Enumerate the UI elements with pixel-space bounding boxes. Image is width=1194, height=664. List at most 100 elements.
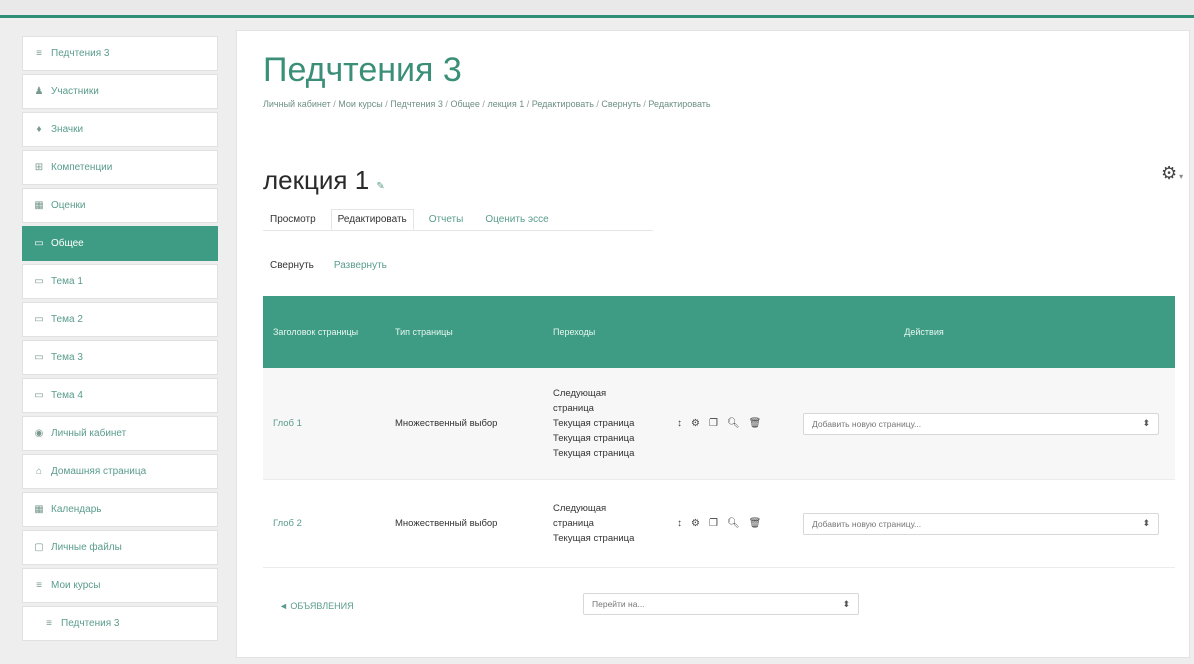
breadcrumb-link[interactable]: Редактировать (532, 99, 594, 109)
graduation-cap-icon: ≡ (36, 48, 42, 59)
preview-icon[interactable]: 🔍︎ (727, 518, 740, 529)
sidebar-item-11[interactable]: ⌂ Домашняя страница (22, 454, 218, 489)
tab-1[interactable]: Редактировать (330, 209, 414, 230)
edit-icon[interactable]: ✎ (376, 181, 384, 192)
sidebar-item-14[interactable]: ≡ Мои курсы (22, 568, 218, 603)
table-row: Глоб 2 Множественный выбор Следующая страни… (263, 480, 1175, 568)
sidebar-item-13[interactable]: ▢ Личные файлы (22, 530, 218, 565)
page-type: Множественный выбор (395, 518, 498, 529)
sidebar-item-4[interactable]: ▦ Оценки (22, 188, 218, 223)
breadcrumb-separator: / (524, 99, 532, 109)
subtab-0[interactable]: Свернуть (263, 255, 321, 276)
lesson-title: лекция 1 ✎ (263, 165, 385, 196)
sidebar-item-8[interactable]: ▭ Тема 3 (22, 340, 218, 375)
jump-to-select[interactable]: Перейти на... ⬍ (583, 593, 859, 615)
page-title-link[interactable]: Глоб 2 (263, 518, 387, 529)
graduation-cap-icon: ≡ (46, 618, 52, 629)
home-icon: ⌂ (35, 466, 43, 477)
sidebar-item-label: Компетенции (51, 162, 113, 173)
move-icon[interactable]: ↕ (677, 418, 682, 429)
sidebar-item-label: Общее (51, 238, 84, 249)
pages-table: Заголовок страницы Тип страницы Переходы… (263, 296, 1175, 568)
breadcrumb-link[interactable]: Редактировать (648, 99, 710, 109)
tab-0[interactable]: Просмотр (263, 209, 323, 230)
tab-3[interactable]: Оценить эссе (478, 209, 555, 230)
breadcrumb-link[interactable]: лекция 1 (487, 99, 524, 109)
move-icon[interactable]: ↕ (677, 518, 682, 529)
jump-entry: страница (553, 518, 594, 529)
sidebar-item-label: Значки (51, 124, 84, 135)
page-title-link[interactable]: Глоб 1 (263, 418, 387, 429)
folder-icon: ▭ (34, 314, 44, 325)
action-icons: ↕ ⚙ ❐ 🔍︎ 🗑︎ (663, 418, 803, 429)
file-icon: ▢ (34, 542, 44, 553)
breadcrumb: Личный кабинет / Мои курсы / Педчтения 3… (263, 99, 711, 109)
sidebar-item-12[interactable]: ▦ Календарь (22, 492, 218, 527)
sidebar-item-15[interactable]: ≡ Педчтения 3 (22, 606, 218, 641)
settings-icon[interactable]: ⚙ (691, 418, 700, 429)
jumps-cell: Следующая страница Текущая страница (545, 501, 663, 546)
sidebar-item-1[interactable]: ♟ Участники (22, 74, 218, 109)
breadcrumb-link[interactable]: Личный кабинет (263, 99, 331, 109)
tab-2[interactable]: Отчеты (422, 209, 471, 230)
sidebar-item-label: Педчтения 3 (61, 618, 120, 629)
sidebar-item-label: Тема 1 (51, 276, 83, 287)
view-subtabs: Свернуть Развернуть (263, 255, 394, 276)
sidebar-item-label: Оценки (51, 200, 86, 211)
breadcrumb-link[interactable]: Свернуть (601, 99, 640, 109)
jump-entry: Следующая (553, 388, 607, 399)
header-page-title[interactable]: Заголовок страницы (263, 326, 387, 338)
sidebar-item-label: Мои курсы (51, 580, 101, 591)
delete-icon[interactable]: 🗑︎ (749, 418, 762, 429)
copy-icon[interactable]: ❐ (709, 418, 718, 429)
table-row: Глоб 1 Множественный выбор Следующая страни… (263, 368, 1175, 480)
breadcrumb-link[interactable]: Педчтения 3 (390, 99, 443, 109)
chevron-down-icon: ▾ (1179, 172, 1184, 181)
lesson-tabs: Просмотр Редактировать Отчеты Оценить эссе (263, 209, 556, 230)
sidebar-item-7[interactable]: ▭ Тема 2 (22, 302, 218, 337)
calendar-icon: ▦ (34, 504, 44, 515)
folder-icon: ▭ (34, 276, 44, 287)
previous-activity-link[interactable]: ◄ ОБЪЯВЛЕНИЯ (279, 601, 354, 611)
breadcrumb-link[interactable]: Общее (450, 99, 479, 109)
jump-entry: Текущая страница (553, 533, 635, 544)
delete-icon[interactable]: 🗑︎ (749, 518, 762, 529)
header-jumps[interactable]: Переходы (545, 325, 663, 340)
preview-icon[interactable]: 🔍︎ (727, 418, 740, 429)
graduation-cap-icon: ≡ (36, 580, 42, 591)
settings-icon[interactable]: ⚙ (691, 518, 700, 529)
sidebar-item-label: Тема 2 (51, 314, 83, 325)
sidebar: ≡ Педчтения 3 ♟ Участники ♦ Значки ⊞ Компетенци… (22, 36, 218, 658)
sidebar-item-10[interactable]: ◉ Личный кабинет (22, 416, 218, 451)
settings-gear-icon[interactable]: ⚙ ▾ (1161, 163, 1183, 184)
sidebar-item-3[interactable]: ⊞ Компетенции (22, 150, 218, 185)
header-actions: Действия (904, 327, 944, 337)
sidebar-item-label: Личные файлы (51, 542, 122, 553)
sidebar-item-label: Участники (51, 86, 99, 97)
sidebar-item-0[interactable]: ≡ Педчтения 3 (22, 36, 218, 71)
folder-icon: ▭ (34, 390, 44, 401)
competencies-icon: ⊞ (34, 162, 44, 173)
sidebar-item-label: Календарь (51, 504, 102, 515)
sidebar-item-9[interactable]: ▭ Тема 4 (22, 378, 218, 413)
jump-entry: Следующая (553, 503, 607, 514)
tabs-divider (263, 230, 653, 231)
add-page-select[interactable]: Добавить новую страницу... ⬍ (803, 412, 1159, 435)
add-page-select[interactable]: Добавить новую страницу... ⬍ (803, 512, 1159, 535)
folder-icon: ▭ (34, 352, 44, 363)
table-body: Глоб 1 Множественный выбор Следующая страни… (263, 368, 1175, 568)
sidebar-item-2[interactable]: ♦ Значки (22, 112, 218, 147)
copy-icon[interactable]: ❐ (709, 518, 718, 529)
breadcrumb-link[interactable]: Мои курсы (338, 99, 383, 109)
chevron-down-icon: ⬍ (1142, 418, 1150, 428)
badge-icon: ♦ (36, 124, 42, 135)
grades-icon: ▦ (34, 200, 44, 211)
subtab-1[interactable]: Развернуть (327, 255, 394, 276)
header-page-type[interactable]: Тип страницы (387, 327, 545, 337)
sidebar-item-label: Тема 3 (51, 352, 83, 363)
sidebar-item-6[interactable]: ▭ Тема 1 (22, 264, 218, 299)
actions-cell: ↕ ⚙ ❐ 🔍︎ 🗑︎ Добавить новую страницу... ⬍ (663, 412, 1175, 435)
sidebar-item-label: Домашняя страница (51, 466, 147, 477)
users-icon: ♟ (34, 86, 44, 97)
sidebar-item-5[interactable]: ▭ Общее (22, 226, 218, 261)
